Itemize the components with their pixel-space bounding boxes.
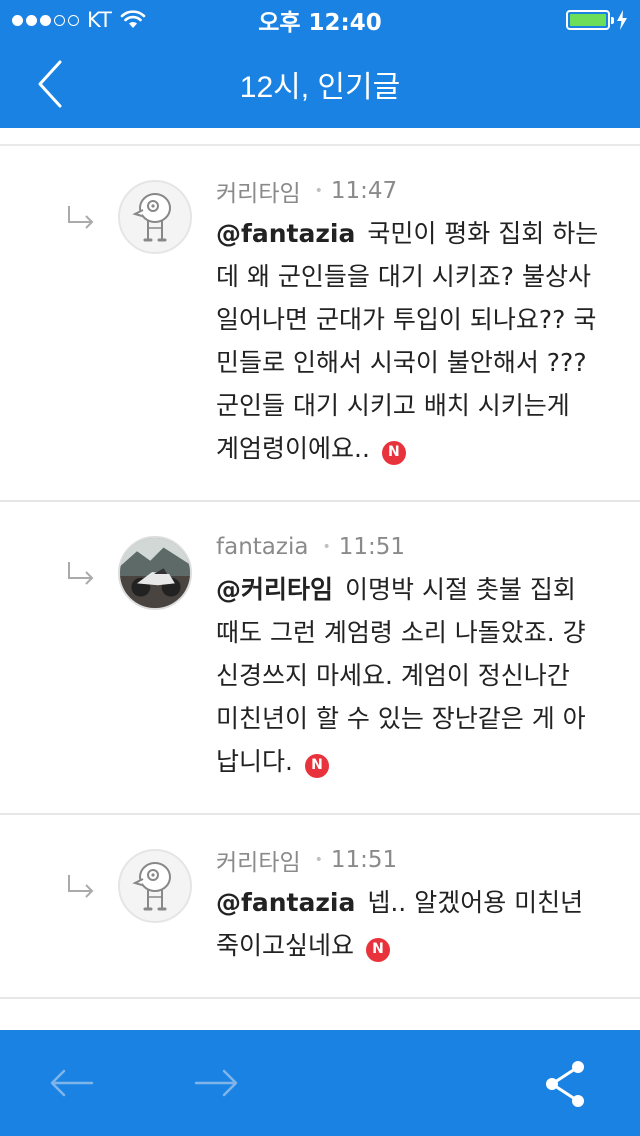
comment-mention[interactable]: @fantazia bbox=[216, 219, 355, 248]
signal-strength-icon bbox=[12, 14, 79, 26]
back-button[interactable] bbox=[30, 58, 80, 110]
status-right bbox=[428, 10, 628, 30]
status-left: KT bbox=[12, 8, 212, 32]
reply-arrow-icon bbox=[68, 562, 94, 585]
arrow-left-icon bbox=[50, 1069, 94, 1097]
comment-item: 커리타임 • 11:47 @fantazia 국민이 평화 집회 하는데 왜 군인… bbox=[0, 146, 640, 502]
battery-icon bbox=[566, 10, 614, 30]
page-title: 12시, 인기글 bbox=[239, 71, 401, 104]
new-badge: N bbox=[381, 440, 406, 465]
avatar[interactable] bbox=[118, 180, 192, 254]
new-badge: N bbox=[304, 753, 329, 778]
character-avatar-icon bbox=[132, 193, 171, 242]
comment-meta: fantazia • 11:51 bbox=[216, 532, 600, 562]
comment-author[interactable]: 커리타임 bbox=[216, 174, 301, 208]
divider bbox=[0, 128, 640, 146]
status-bar: KT 오후 12:40 bbox=[0, 0, 640, 40]
next-button[interactable] bbox=[190, 1057, 242, 1109]
meta-separator: • bbox=[314, 183, 323, 199]
comment-item: fantazia • 11:51 @커리타임 이명박 시절 촛불 집회 때도 그런… bbox=[0, 502, 640, 815]
wifi-icon bbox=[120, 10, 146, 28]
bottom-toolbar bbox=[0, 1030, 640, 1136]
comment-time: 11:51 bbox=[338, 534, 406, 560]
avatar[interactable] bbox=[118, 849, 192, 923]
reply-arrow-icon bbox=[68, 206, 94, 229]
previous-button[interactable] bbox=[46, 1057, 98, 1109]
share-icon bbox=[546, 1061, 584, 1107]
chevron-left-icon bbox=[38, 60, 62, 108]
comment-text: 국민이 평화 집회 하는데 왜 군인들을 대기 시키죠? 불상사 일어나면 군대… bbox=[216, 219, 599, 463]
share-button[interactable] bbox=[540, 1057, 592, 1109]
reply-arrow-icon bbox=[68, 875, 94, 898]
status-time: 오후 12:40 bbox=[258, 10, 382, 36]
comment-meta: 커리타임 • 11:51 bbox=[216, 843, 600, 877]
comment-mention[interactable]: @커리타임 bbox=[216, 575, 333, 604]
comment-item: 커리타임 • 11:51 @fantazia 넵.. 알겠어용 미친년 죽이고싶네… bbox=[0, 815, 640, 999]
comment-meta: 커리타임 • 11:47 bbox=[216, 174, 600, 208]
comment-time: 11:51 bbox=[330, 847, 398, 873]
comment-mention[interactable]: @fantazia bbox=[216, 888, 355, 917]
avatar[interactable] bbox=[118, 536, 192, 610]
arrow-right-icon bbox=[194, 1069, 238, 1097]
meta-separator: • bbox=[322, 539, 331, 555]
comment-author[interactable]: 커리타임 bbox=[216, 843, 301, 877]
new-badge: N bbox=[366, 937, 391, 962]
motorcycle-photo-icon bbox=[120, 538, 190, 608]
comment-body: @커리타임 이명박 시절 촛불 집회 때도 그런 계엄령 소리 나돌았죠. 걍 신… bbox=[216, 568, 600, 783]
comment-body: @fantazia 국민이 평화 집회 하는데 왜 군인들을 대기 시키죠? 불상… bbox=[216, 212, 600, 470]
comment-text: 이명박 시절 촛불 집회 때도 그런 계엄령 소리 나돌았죠. 걍 신경쓰지 마… bbox=[216, 575, 586, 776]
comment-list: 커리타임 • 11:47 @fantazia 국민이 평화 집회 하는데 왜 군인… bbox=[0, 128, 640, 1030]
comment-author[interactable]: fantazia bbox=[216, 534, 308, 560]
carrier-label: KT bbox=[87, 8, 112, 32]
navigation-bar: 12시, 인기글 bbox=[0, 40, 640, 128]
comment-time: 11:47 bbox=[330, 178, 398, 204]
meta-separator: • bbox=[314, 852, 323, 868]
charging-bolt-icon bbox=[617, 10, 627, 30]
character-avatar-icon bbox=[132, 862, 171, 911]
comment-item bbox=[0, 999, 640, 1030]
comment-body: @fantazia 넵.. 알겠어용 미친년 죽이고싶네요 N bbox=[216, 881, 600, 967]
